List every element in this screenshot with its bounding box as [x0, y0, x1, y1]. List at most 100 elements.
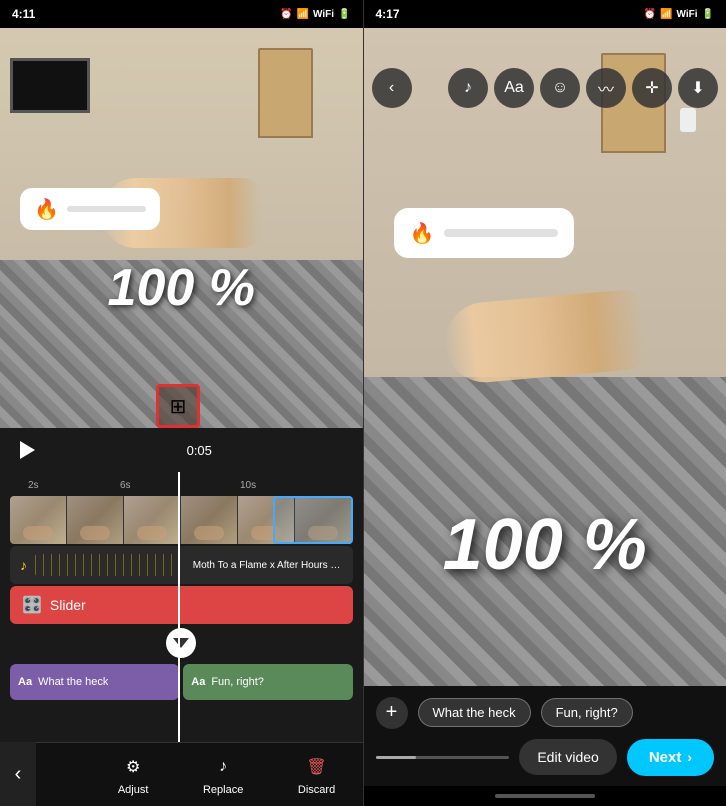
transform-toolbar-icon: ✛	[645, 78, 658, 98]
left-panel: 4:11 ⏰ 📶 WiFi 🔋 100 % 🔥 ⊞	[0, 0, 363, 806]
back-arrow-icon: ‹	[15, 763, 22, 786]
replace-label: Replace	[203, 784, 243, 796]
back-button-right[interactable]: ‹	[372, 68, 412, 108]
bottom-bar-right: + What the heck Fun, right? Edit video N…	[364, 686, 726, 786]
video-preview-left: 100 % 🔥 ⊞	[0, 28, 363, 428]
video-track[interactable]	[10, 496, 353, 544]
music-toolbar-icon: ♪	[464, 79, 472, 97]
adjust-button[interactable]: ⚙ Adjust	[118, 753, 149, 796]
room-door-left	[258, 48, 313, 138]
battery-icon-r: 🔋	[702, 9, 714, 20]
slider-track[interactable]: 🎛️ Slider	[10, 586, 353, 624]
fire-emoji-right: 🔥	[410, 221, 435, 246]
suggestions-row: + What the heck Fun, right?	[376, 697, 715, 729]
discard-button[interactable]: 🗑 Discard	[298, 753, 335, 796]
video-background-left: 100 % 🔥 ⊞	[0, 28, 363, 428]
next-button[interactable]: Next ›	[627, 739, 714, 776]
download-toolbar-button[interactable]: ⬇	[678, 68, 718, 108]
chip-what-the-heck[interactable]: What the heck	[418, 698, 531, 727]
edit-video-button[interactable]: Edit video	[519, 739, 616, 775]
clip-text-2: Fun, right?	[211, 676, 264, 688]
plus-button[interactable]: +	[376, 697, 408, 729]
play-button[interactable]	[14, 437, 40, 463]
chip-fun-right[interactable]: Fun, right?	[541, 698, 633, 727]
thumb-3	[124, 496, 181, 544]
ruler-10s: 10s	[240, 480, 256, 491]
effects-toolbar-button[interactable]: 〰	[586, 68, 626, 108]
audio-waveform	[35, 554, 185, 576]
next-label: Next	[649, 749, 682, 766]
thumb-4	[181, 496, 238, 544]
sticker-bar-left	[67, 206, 146, 212]
video-preview-right: 100 % 🔥 ‹ ♪ Aa ☺ 〰 ✛	[364, 28, 726, 686]
effects-toolbar-icon: 〰	[598, 76, 614, 100]
fire-emoji-left: 🔥	[34, 197, 59, 222]
text-clip-what-the-heck[interactable]: Aa What the heck	[10, 664, 179, 700]
thumb-1	[10, 496, 67, 544]
clip-aa-icon-1: Aa	[18, 676, 32, 688]
time-left: 4:11	[12, 7, 35, 21]
music-toolbar-button[interactable]: ♪	[448, 68, 488, 108]
ruler-6s: 6s	[120, 480, 131, 491]
signal-icon-r: 📶	[660, 9, 672, 20]
clip-text-1: What the heck	[38, 676, 108, 688]
download-toolbar-icon: ⬇	[691, 78, 704, 98]
transform-toolbar-button[interactable]: ✛	[632, 68, 672, 108]
slider-track-icon: 🎛️	[22, 595, 42, 615]
adjust-icon: ⚙	[119, 753, 147, 781]
home-bar-right	[495, 794, 595, 798]
bottom-actions-row: Edit video Next ›	[376, 739, 715, 776]
discard-label: Discard	[298, 784, 335, 796]
progress-bar	[376, 756, 510, 759]
status-bar-right: 4:17 ⏰ 📶 WiFi 🔋	[364, 0, 726, 28]
bottom-toolbar-left: ⚙ Adjust ♪ Replace 🗑 Discard	[0, 742, 363, 806]
selected-element-box[interactable]: ⊞	[156, 384, 200, 428]
slider-track-label: Slider	[50, 597, 86, 613]
time-display: 0:05	[50, 443, 349, 458]
progress-fill	[376, 756, 416, 759]
timeline-area: 2s 6s 10s ♪ Moth To a Flame x After Hour…	[0, 472, 363, 742]
back-button-left[interactable]: ‹	[0, 742, 36, 806]
ruler-2s: 2s	[28, 480, 39, 491]
arrow-down-indicator	[166, 628, 196, 658]
adjust-label: Adjust	[118, 784, 149, 796]
text-clip-fun-right[interactable]: Aa Fun, right?	[183, 664, 352, 700]
music-note-icon: ♪	[20, 557, 27, 573]
next-arrow-icon: ›	[687, 749, 692, 765]
sticker-box-right: 🔥	[394, 208, 574, 258]
arrow-down-icon	[173, 638, 189, 648]
sticker-toolbar-button[interactable]: ☺	[540, 68, 580, 108]
sticker-toolbar-icon: ☺	[552, 79, 568, 97]
text-clips-row: Aa What the heck Aa Fun, right?	[0, 664, 363, 700]
status-icons-left: ⏰ 📶 WiFi 🔋	[280, 9, 350, 20]
time-right: 4:17	[376, 7, 400, 21]
home-indicator-right	[364, 786, 726, 806]
replace-button[interactable]: ♪ Replace	[203, 753, 243, 796]
highlight-segment	[273, 496, 353, 544]
arrow-down-container	[0, 628, 363, 660]
play-icon	[20, 441, 35, 459]
timeline-ruler: 2s 6s 10s	[0, 476, 363, 494]
alarm-icon-r: ⏰	[644, 9, 656, 20]
video-background-right: 100 % 🔥	[364, 28, 726, 686]
battery-icon: 🔋	[338, 9, 350, 20]
hundred-percent-left: 100 %	[108, 258, 255, 318]
sticker-bar-right	[444, 229, 557, 237]
text-toolbar-icon: Aa	[504, 79, 524, 97]
status-icons-right: ⏰ 📶 WiFi 🔋	[644, 9, 714, 20]
tv-screen	[10, 58, 90, 113]
text-toolbar-button[interactable]: Aa	[494, 68, 534, 108]
alarm-icon: ⏰	[280, 9, 292, 20]
audio-track[interactable]: ♪ Moth To a Flame x After Hours (TikTok …	[10, 546, 353, 584]
thumb-2	[67, 496, 124, 544]
clip-aa-icon-2: Aa	[191, 676, 205, 688]
hundred-percent-right: 100 %	[443, 504, 647, 586]
replace-icon: ♪	[209, 753, 237, 781]
selected-element-icon: ⊞	[170, 394, 187, 419]
status-bar-left: 4:11 ⏰ 📶 WiFi 🔋	[0, 0, 363, 28]
discard-icon: 🗑	[303, 753, 331, 781]
top-toolbar-right: ‹ ♪ Aa ☺ 〰 ✛ ⬇	[364, 60, 726, 116]
signal-icon: 📶	[297, 9, 309, 20]
playback-bar: 0:05	[0, 428, 363, 472]
sticker-box-left: 🔥	[20, 188, 160, 230]
